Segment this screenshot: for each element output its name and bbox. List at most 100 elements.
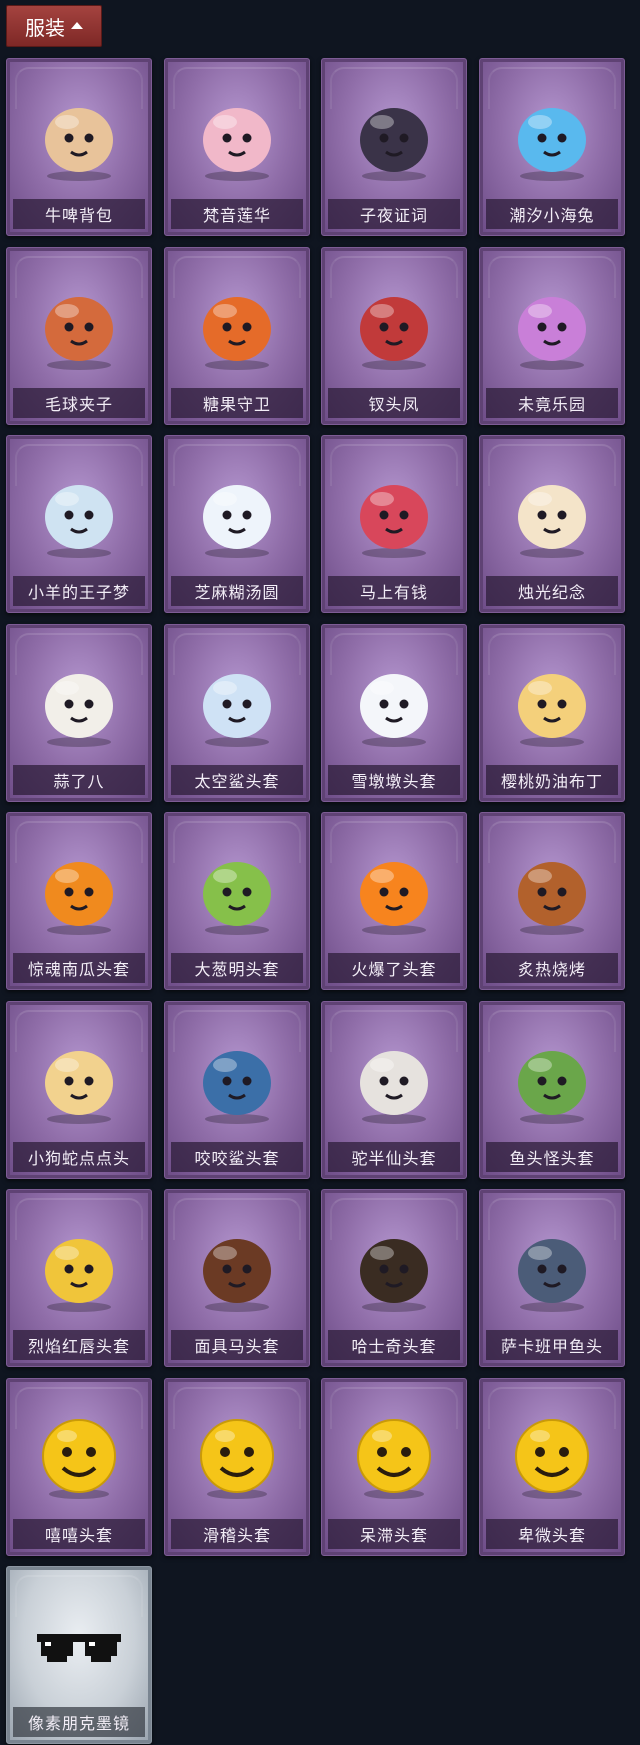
- costume-card[interactable]: 卑微头套: [479, 1378, 625, 1556]
- costume-label: 咬咬鲨头套: [171, 1142, 303, 1172]
- costume-card[interactable]: 萨卡班甲鱼头: [479, 1189, 625, 1367]
- costume-card[interactable]: 炙热烧烤: [479, 812, 625, 990]
- costume-card[interactable]: 雪墩墩头套: [321, 624, 467, 802]
- costume-label: 驼半仙头套: [328, 1142, 460, 1172]
- humble-emoji-icon: [515, 1419, 589, 1499]
- caret-up-icon: [71, 21, 83, 29]
- costume-card[interactable]: 呆滞头套: [321, 1378, 467, 1556]
- costume-card[interactable]: 鱼头怪头套: [479, 1001, 625, 1179]
- costume-icon-container: [7, 77, 151, 195]
- costume-icon-container: [322, 643, 466, 761]
- costume-icon-container: [480, 831, 624, 949]
- costume-card[interactable]: 太空鲨头套: [164, 624, 310, 802]
- costume-label: 哈士奇头套: [328, 1330, 460, 1360]
- costume-label: 萨卡班甲鱼头: [486, 1330, 618, 1360]
- costume-label: 卑微头套: [486, 1519, 618, 1549]
- costume-icon-container: [480, 1208, 624, 1326]
- costume-card[interactable]: 未竟乐园: [479, 247, 625, 425]
- category-title: 服装: [25, 15, 65, 40]
- husky-icon: [360, 1239, 428, 1312]
- costume-icon-container: [165, 1397, 309, 1515]
- space-shark-icon: [203, 674, 271, 747]
- cow-beer-backpack-icon: [45, 108, 113, 181]
- costume-card[interactable]: 像素朋克墨镜: [6, 1566, 152, 1744]
- costume-label: 太空鲨头套: [171, 765, 303, 795]
- costume-card[interactable]: 马上有钱: [321, 435, 467, 613]
- costume-card[interactable]: 惊魂南瓜头套: [6, 812, 152, 990]
- costume-label: 梵音莲华: [171, 199, 303, 229]
- costume-label: 面具马头套: [171, 1330, 303, 1360]
- costume-card[interactable]: 嘻嘻头套: [6, 1378, 152, 1556]
- costume-card[interactable]: 小羊的王子梦: [6, 435, 152, 613]
- fire-spirit-icon: [360, 862, 428, 935]
- costume-icon-container: [322, 77, 466, 195]
- costume-card[interactable]: 咬咬鲨头套: [164, 1001, 310, 1179]
- costume-card[interactable]: 潮汐小海兔: [479, 58, 625, 236]
- wardrobe-page: 服装 牛啤背包 梵音莲华 子夜证词 潮汐小海兔 毛球夹子 糖果守卫 钗头凤 未竟…: [0, 0, 640, 1745]
- costume-card[interactable]: 烈焰红唇头套: [6, 1189, 152, 1367]
- tide-sea-bunny-icon: [518, 108, 586, 181]
- costume-icon-container: [322, 1208, 466, 1326]
- costume-label: 牛啤背包: [13, 199, 145, 229]
- costume-card[interactable]: 烛光纪念: [479, 435, 625, 613]
- pixel-sunglasses-icon: [37, 1634, 121, 1662]
- costume-icon-container: [165, 77, 309, 195]
- costume-card[interactable]: 樱桃奶油布丁: [479, 624, 625, 802]
- costume-card[interactable]: 芝麻糊汤圆: [164, 435, 310, 613]
- costume-label: 马上有钱: [328, 576, 460, 606]
- costume-icon-container: [7, 643, 151, 761]
- costume-icon-container: [480, 1397, 624, 1515]
- costume-label: 滑稽头套: [171, 1519, 303, 1549]
- costume-icon-container: [480, 454, 624, 572]
- costume-label: 小羊的王子梦: [13, 576, 145, 606]
- costume-icon-container: [7, 266, 151, 384]
- costume-label: 钗头凤: [328, 388, 460, 418]
- costume-icon-container: [165, 643, 309, 761]
- costume-icon-container: [7, 454, 151, 572]
- costume-card[interactable]: 牛啤背包: [6, 58, 152, 236]
- costume-card[interactable]: 哈士奇头套: [321, 1189, 467, 1367]
- unfinished-paradise-icon: [518, 297, 586, 370]
- pumpkin-icon: [45, 862, 113, 935]
- dog-snake-icon: [45, 1051, 113, 1124]
- lotus-fairy-icon: [203, 108, 271, 181]
- costume-label: 芝麻糊汤圆: [171, 576, 303, 606]
- costume-card[interactable]: 蒜了八: [6, 624, 152, 802]
- costume-card[interactable]: 滑稽头套: [164, 1378, 310, 1556]
- costume-label: 鱼头怪头套: [486, 1142, 618, 1172]
- costume-card[interactable]: 梵音莲华: [164, 58, 310, 236]
- costume-card[interactable]: 小狗蛇点点头: [6, 1001, 152, 1179]
- costume-card[interactable]: 子夜证词: [321, 58, 467, 236]
- costume-category-toggle[interactable]: 服装: [6, 5, 102, 47]
- lamb-prince-icon: [45, 485, 113, 558]
- costume-card[interactable]: 毛球夹子: [6, 247, 152, 425]
- sesame-dumpling-icon: [203, 485, 271, 558]
- costume-card[interactable]: 驼半仙头套: [321, 1001, 467, 1179]
- green-onion-icon: [203, 862, 271, 935]
- costume-icon-container: [165, 831, 309, 949]
- red-panda-clip-icon: [45, 297, 113, 370]
- sacabambaspis-icon: [518, 1239, 586, 1312]
- costume-label: 惊魂南瓜头套: [13, 953, 145, 983]
- costume-icon-container: [7, 1208, 151, 1326]
- costume-label: 潮汐小海兔: [486, 199, 618, 229]
- costume-label: 烛光纪念: [486, 576, 618, 606]
- costume-label: 像素朋克墨镜: [13, 1707, 145, 1737]
- bear-sunglasses-icon: [360, 1051, 428, 1124]
- costume-card[interactable]: 糖果守卫: [164, 247, 310, 425]
- costume-card[interactable]: 火爆了头套: [321, 812, 467, 990]
- costume-icon-container: [7, 1020, 151, 1138]
- costume-icon-container: [480, 77, 624, 195]
- costume-card[interactable]: 面具马头套: [164, 1189, 310, 1367]
- costume-card[interactable]: 钗头凤: [321, 247, 467, 425]
- funny-emoji-icon: [200, 1419, 274, 1499]
- horse-mask-icon: [203, 1239, 271, 1312]
- fish-head-icon: [518, 1051, 586, 1124]
- candle-icon: [518, 485, 586, 558]
- costume-icon-container: [322, 1020, 466, 1138]
- red-lips-icon: [45, 1239, 113, 1312]
- costume-icon-container: [322, 1397, 466, 1515]
- cherry-pudding-icon: [518, 674, 586, 747]
- costume-card[interactable]: 大葱明头套: [164, 812, 310, 990]
- costume-label: 毛球夹子: [13, 388, 145, 418]
